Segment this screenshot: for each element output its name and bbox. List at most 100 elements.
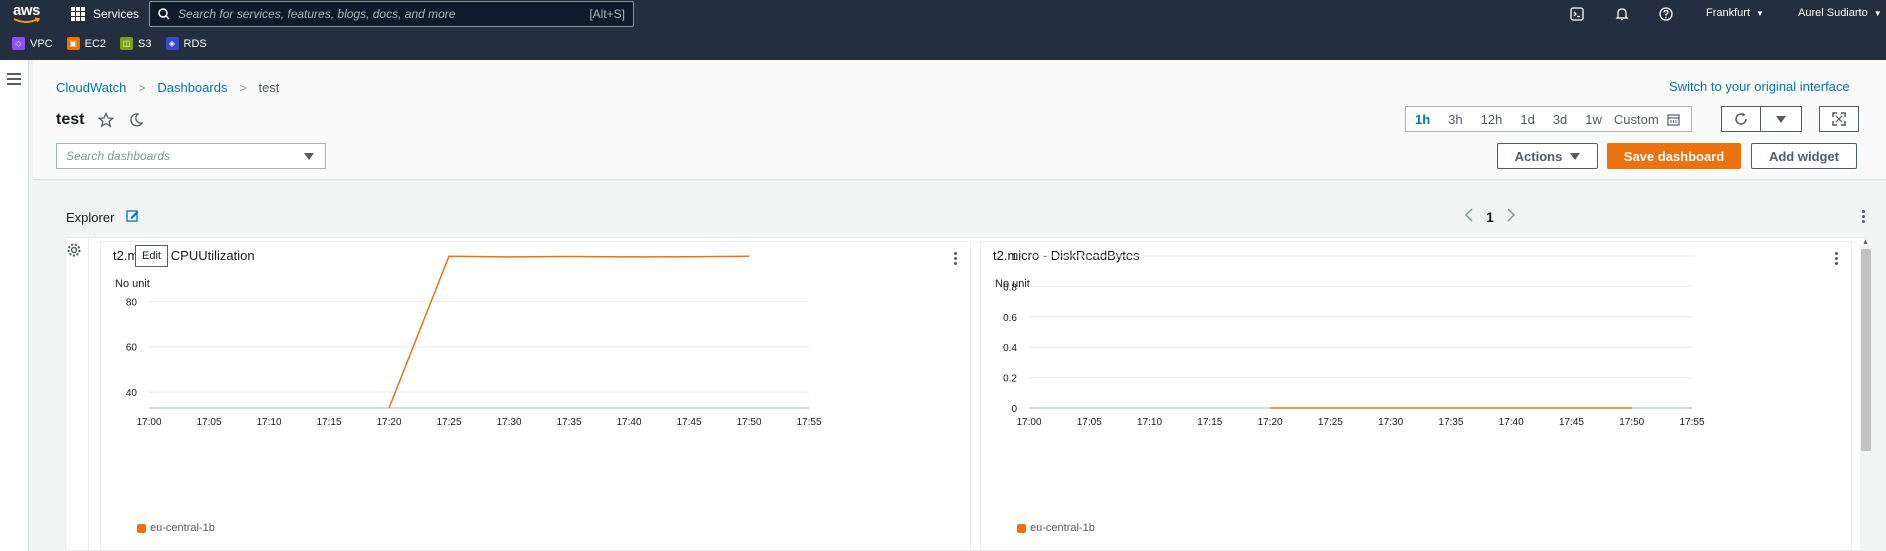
scroll-up-icon[interactable]: ▲ bbox=[1862, 239, 1869, 246]
rds-icon: ◈ bbox=[165, 37, 179, 50]
series-line bbox=[388, 255, 750, 409]
x-tick-label: 17:45 bbox=[676, 417, 701, 428]
edit-icon[interactable] bbox=[126, 209, 139, 227]
y-tick-label: 80 bbox=[126, 297, 138, 308]
breadcrumb-cloudwatch[interactable]: CloudWatch bbox=[56, 80, 126, 95]
time-range-12h[interactable]: 12h bbox=[1472, 112, 1512, 127]
cpu-utilization-chart: 40 60 80 17:00 17:05 17:10 17:15 17:20 17:25 17:3… bbox=[126, 255, 822, 428]
x-tick-label: 17:40 bbox=[1499, 417, 1524, 428]
search-icon bbox=[158, 8, 170, 20]
favorite-vpc[interactable]: ◇ VPC bbox=[12, 37, 53, 50]
actions-button[interactable]: Actions bbox=[1497, 143, 1598, 169]
caret-down-icon bbox=[1570, 152, 1581, 160]
save-dashboard-label: Save dashboard bbox=[1623, 148, 1725, 164]
fullscreen-icon bbox=[1832, 112, 1846, 126]
tooltip-text: Edit bbox=[142, 250, 161, 262]
x-tick-label: 17:55 bbox=[1679, 417, 1704, 428]
refresh-button[interactable] bbox=[1721, 106, 1761, 132]
dashboard-header: CloudWatch > Dashboards > test Switch to… bbox=[33, 60, 1886, 180]
breadcrumb-dashboards[interactable]: Dashboards bbox=[157, 80, 227, 95]
save-dashboard-button[interactable]: Save dashboard bbox=[1607, 143, 1741, 169]
breadcrumb: CloudWatch > Dashboards > test bbox=[56, 80, 279, 95]
hamburger-menu-icon[interactable] bbox=[7, 73, 21, 88]
ec2-icon: ▣ bbox=[66, 37, 80, 50]
caret-down-icon bbox=[304, 152, 314, 160]
x-tick-label: 17:05 bbox=[196, 417, 221, 428]
star-icon[interactable] bbox=[98, 112, 115, 128]
switch-interface-link[interactable]: Switch to your original interface bbox=[1669, 79, 1850, 94]
account-menu[interactable]: Aurel Sudiarto ▼ bbox=[1798, 7, 1882, 19]
top-navigation: aws Services [Alt+S] Frankfurt ▼ Aurel S… bbox=[0, 0, 1886, 60]
x-tick-label: 17:40 bbox=[616, 417, 641, 428]
cloudshell-icon[interactable] bbox=[1568, 5, 1586, 23]
caret-down-icon: ▼ bbox=[1873, 8, 1882, 18]
bell-icon[interactable] bbox=[1613, 5, 1631, 23]
user-name: Aurel Sudiarto bbox=[1798, 7, 1868, 19]
add-widget-button[interactable]: Add widget bbox=[1751, 143, 1857, 169]
custom-label: Custom bbox=[1613, 111, 1659, 127]
time-range-selector: 1h 3h 12h 1d 3d 1w Custom bbox=[1405, 106, 1692, 132]
x-tick-label: 17:35 bbox=[1438, 417, 1463, 428]
chevron-right-icon: > bbox=[239, 80, 247, 95]
edit-tooltip: Edit bbox=[135, 245, 168, 267]
scrollbar-thumb[interactable] bbox=[1861, 249, 1871, 451]
chevron-right-icon: > bbox=[138, 80, 146, 95]
global-search[interactable]: [Alt+S] bbox=[149, 1, 634, 27]
widget-disk-read-bytes[interactable]: t2.micro - DiskReadBytes No unit 0 0.2 0.4… bbox=[980, 241, 1852, 551]
gear-icon[interactable] bbox=[66, 242, 82, 263]
time-range-1h[interactable]: 1h bbox=[1406, 112, 1439, 127]
x-tick-label: 17:30 bbox=[1378, 417, 1403, 428]
vertical-scrollbar[interactable]: ▲ bbox=[1860, 239, 1872, 551]
x-tick-label: 17:45 bbox=[1559, 417, 1584, 428]
fullscreen-button[interactable] bbox=[1819, 106, 1859, 132]
aws-logo[interactable]: aws bbox=[13, 2, 43, 26]
page-number[interactable]: 1 bbox=[1486, 209, 1494, 225]
x-tick-label: 17:25 bbox=[436, 417, 461, 428]
x-tick-label: 17:25 bbox=[1318, 417, 1343, 428]
x-tick-label: 17:20 bbox=[1258, 417, 1283, 428]
caret-down-icon: ▼ bbox=[1756, 8, 1764, 18]
breadcrumb-current: test bbox=[258, 80, 280, 95]
explorer-label: Explorer bbox=[66, 210, 115, 225]
x-tick-label: 17:50 bbox=[736, 417, 761, 428]
time-range-custom[interactable]: Custom bbox=[1611, 112, 1680, 127]
y-tick-label: 0.4 bbox=[1003, 343, 1017, 354]
chart-legend: eu-central-1b bbox=[1017, 522, 1095, 534]
region-label: Frankfurt bbox=[1706, 7, 1751, 19]
services-menu[interactable]: Services bbox=[71, 5, 139, 23]
side-rail bbox=[0, 60, 29, 551]
search-dashboards-input[interactable] bbox=[66, 149, 304, 163]
time-range-3h[interactable]: 3h bbox=[1439, 112, 1471, 127]
x-tick-label: 17:30 bbox=[496, 417, 521, 428]
explorer-divider bbox=[88, 237, 89, 551]
y-tick-label: 0.8 bbox=[1003, 282, 1017, 293]
help-icon[interactable] bbox=[1657, 5, 1675, 23]
favorite-rds[interactable]: ◈ RDS bbox=[165, 37, 207, 50]
favorite-ec2[interactable]: ▣ EC2 bbox=[66, 37, 106, 50]
search-input[interactable] bbox=[178, 7, 590, 21]
favorite-label: S3 bbox=[138, 37, 152, 50]
time-range-1w[interactable]: 1w bbox=[1576, 112, 1611, 127]
y-tick-label: 40 bbox=[126, 388, 138, 399]
region-selector[interactable]: Frankfurt ▼ bbox=[1706, 7, 1764, 19]
caret-down-icon bbox=[1776, 115, 1786, 123]
chevron-left-icon[interactable] bbox=[1464, 208, 1474, 225]
legend-swatch bbox=[1017, 523, 1026, 533]
search-dashboards-select[interactable] bbox=[56, 143, 326, 169]
chevron-right-icon[interactable] bbox=[1506, 208, 1516, 225]
legend-label: eu-central-1b bbox=[150, 522, 215, 534]
y-tick-label: 60 bbox=[126, 343, 138, 354]
moon-icon[interactable] bbox=[128, 112, 144, 128]
x-tick-label: 17:05 bbox=[1077, 417, 1102, 428]
add-widget-label: Add widget bbox=[1768, 148, 1840, 164]
favorite-s3[interactable]: ◫ S3 bbox=[120, 37, 152, 50]
widget-cpu-utilization[interactable]: t2.micro - CPUUtilization No unit 40 60 80… bbox=[100, 241, 971, 551]
time-range-1d[interactable]: 1d bbox=[1511, 112, 1543, 127]
more-options-icon[interactable] bbox=[1862, 210, 1866, 225]
aws-logo-text: aws bbox=[13, 2, 40, 19]
refresh-options-button[interactable] bbox=[1760, 106, 1802, 132]
x-tick-label: 17:20 bbox=[376, 417, 401, 428]
x-tick-label: 17:50 bbox=[1619, 417, 1644, 428]
time-range-3d[interactable]: 3d bbox=[1544, 112, 1576, 127]
vpc-icon: ◇ bbox=[12, 37, 25, 50]
